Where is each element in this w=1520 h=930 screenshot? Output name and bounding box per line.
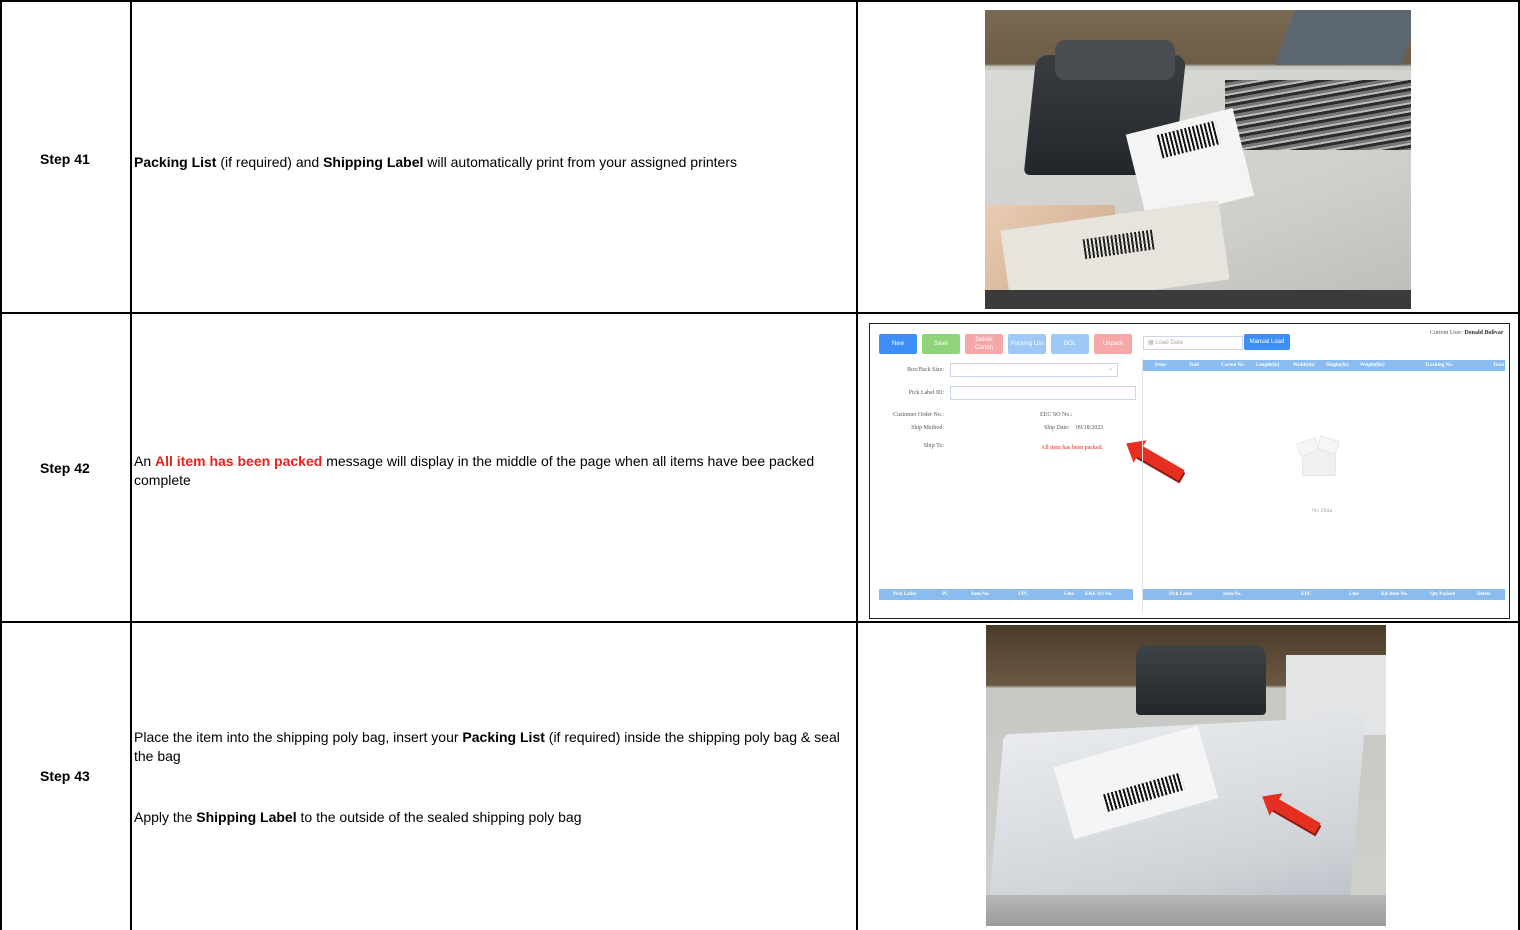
bold-term: Shipping Label	[323, 154, 424, 170]
eec-so-label: EEC SO No.:	[1040, 412, 1073, 418]
column-header: Tracking No.	[1425, 363, 1453, 368]
step-description: Packing List (if required) and Shipping …	[134, 153, 844, 172]
step-label: Step 41	[40, 151, 90, 167]
column-header: Kit Item No.	[1381, 592, 1408, 597]
column-header: Height(In)	[1326, 363, 1349, 368]
text: (if required) and	[216, 154, 324, 170]
column-divider	[856, 0, 858, 930]
column-header: Print	[1155, 363, 1167, 368]
calendar-icon: ▦	[1148, 340, 1154, 346]
table-border-left	[0, 0, 2, 930]
cartons-table-header: Print Void Carton No. Length(In) Width(I…	[1143, 360, 1505, 371]
ship-date-value: 09/18/2023	[1076, 425, 1104, 431]
box-pack-size-select[interactable]: ⌄	[950, 363, 1118, 377]
text: Place the item into the shipping poly ba…	[134, 729, 463, 745]
panel-divider	[1142, 358, 1143, 613]
bold-term: Shipping Label	[196, 809, 297, 825]
save-button[interactable]: Save	[922, 334, 960, 354]
box-pack-size-label: Box/Pack Size:	[907, 367, 944, 373]
all-packed-message: All item has been packed.	[1041, 445, 1104, 451]
delete-carton-line1: Delete	[975, 337, 993, 343]
column-header: Void	[1189, 363, 1199, 368]
load-date-placeholder: Load Date	[1155, 340, 1184, 346]
sealed-poly-bag-photo	[986, 625, 1386, 926]
column-header: Width(In)	[1293, 363, 1315, 368]
ship-to-label: Ship To:	[923, 443, 944, 449]
chevron-down-icon: ⌄	[1107, 366, 1113, 372]
column-header: Delete	[1477, 592, 1491, 597]
empty-box-icon	[1296, 434, 1340, 476]
bold-term: Packing List	[134, 154, 217, 170]
ship-date-label: Ship Date:	[1044, 425, 1070, 431]
row-divider	[0, 312, 1520, 314]
column-header: UPC	[1018, 592, 1029, 597]
step-label: Step 42	[40, 460, 90, 476]
column-header: Pick Label	[893, 592, 916, 597]
packing-app-screenshot: New Save Delete Carton Packing List BOL …	[869, 323, 1510, 619]
text: will automatically print from your assig…	[423, 154, 737, 170]
current-user-label: Current User:	[1430, 330, 1465, 336]
column-header: Carton No.	[1221, 363, 1245, 368]
load-date-input[interactable]: ▦ Load Date	[1143, 336, 1243, 350]
column-header: Total	[1493, 363, 1504, 368]
column-header: UPC	[1301, 592, 1312, 597]
new-button[interactable]: New	[879, 334, 917, 354]
packed-items-table-header: Pick Label Item No. UPC Line Kit Item No…	[1143, 589, 1505, 600]
table-border-top	[0, 0, 1520, 2]
no-data-text: No Data	[1312, 508, 1333, 514]
row-divider	[0, 621, 1520, 623]
unpack-button[interactable]: Unpack	[1094, 334, 1132, 354]
column-header: Line	[1064, 592, 1074, 597]
current-user-name: Donald Bolivar	[1464, 330, 1504, 336]
text: Apply the	[134, 809, 197, 825]
text: An	[134, 453, 156, 469]
packing-list-button[interactable]: Packing List	[1008, 334, 1046, 354]
customer-order-label: Customer Order No.:	[893, 412, 944, 418]
bold-term: Packing List	[462, 729, 545, 745]
column-header: Pick Label	[1169, 592, 1192, 597]
column-header: Length(In)	[1256, 363, 1280, 368]
column-header: Item No.	[1223, 592, 1242, 597]
pick-label-id-input[interactable]	[950, 386, 1136, 400]
step-description: An All item has been packed message will…	[134, 452, 844, 490]
manual-load-button[interactable]: Manual Load	[1244, 334, 1290, 350]
column-divider	[130, 0, 132, 930]
step-description: Place the item into the shipping poly ba…	[134, 728, 844, 766]
printer-label-photo	[985, 10, 1411, 309]
column-header: Weight(lbs)	[1360, 363, 1385, 368]
pick-label-id-label: Pick Label ID:	[908, 390, 944, 396]
highlight-term: All item has been packed	[155, 453, 323, 469]
column-header: Qty Packed	[1430, 592, 1455, 597]
delete-carton-line2: Carton	[974, 345, 993, 351]
current-user: Current User: Donald Bolivar	[1430, 330, 1504, 336]
column-header: E&E SO No.	[1085, 592, 1113, 597]
bol-button[interactable]: BOL	[1051, 334, 1089, 354]
delete-carton-button[interactable]: Delete Carton	[965, 334, 1003, 354]
step-label: Step 43	[40, 768, 90, 784]
column-header: Line	[1349, 592, 1359, 597]
column-header: Item No.	[971, 592, 990, 597]
items-table-header: Pick Label PC Item No. UPC Line E&E SO N…	[879, 589, 1133, 600]
text: to the outside of the sealed shipping po…	[296, 809, 582, 825]
column-header: PC	[942, 592, 949, 597]
step-description: Apply the Shipping Label to the outside …	[134, 808, 844, 827]
ship-method-label: Ship Method:	[911, 425, 944, 431]
